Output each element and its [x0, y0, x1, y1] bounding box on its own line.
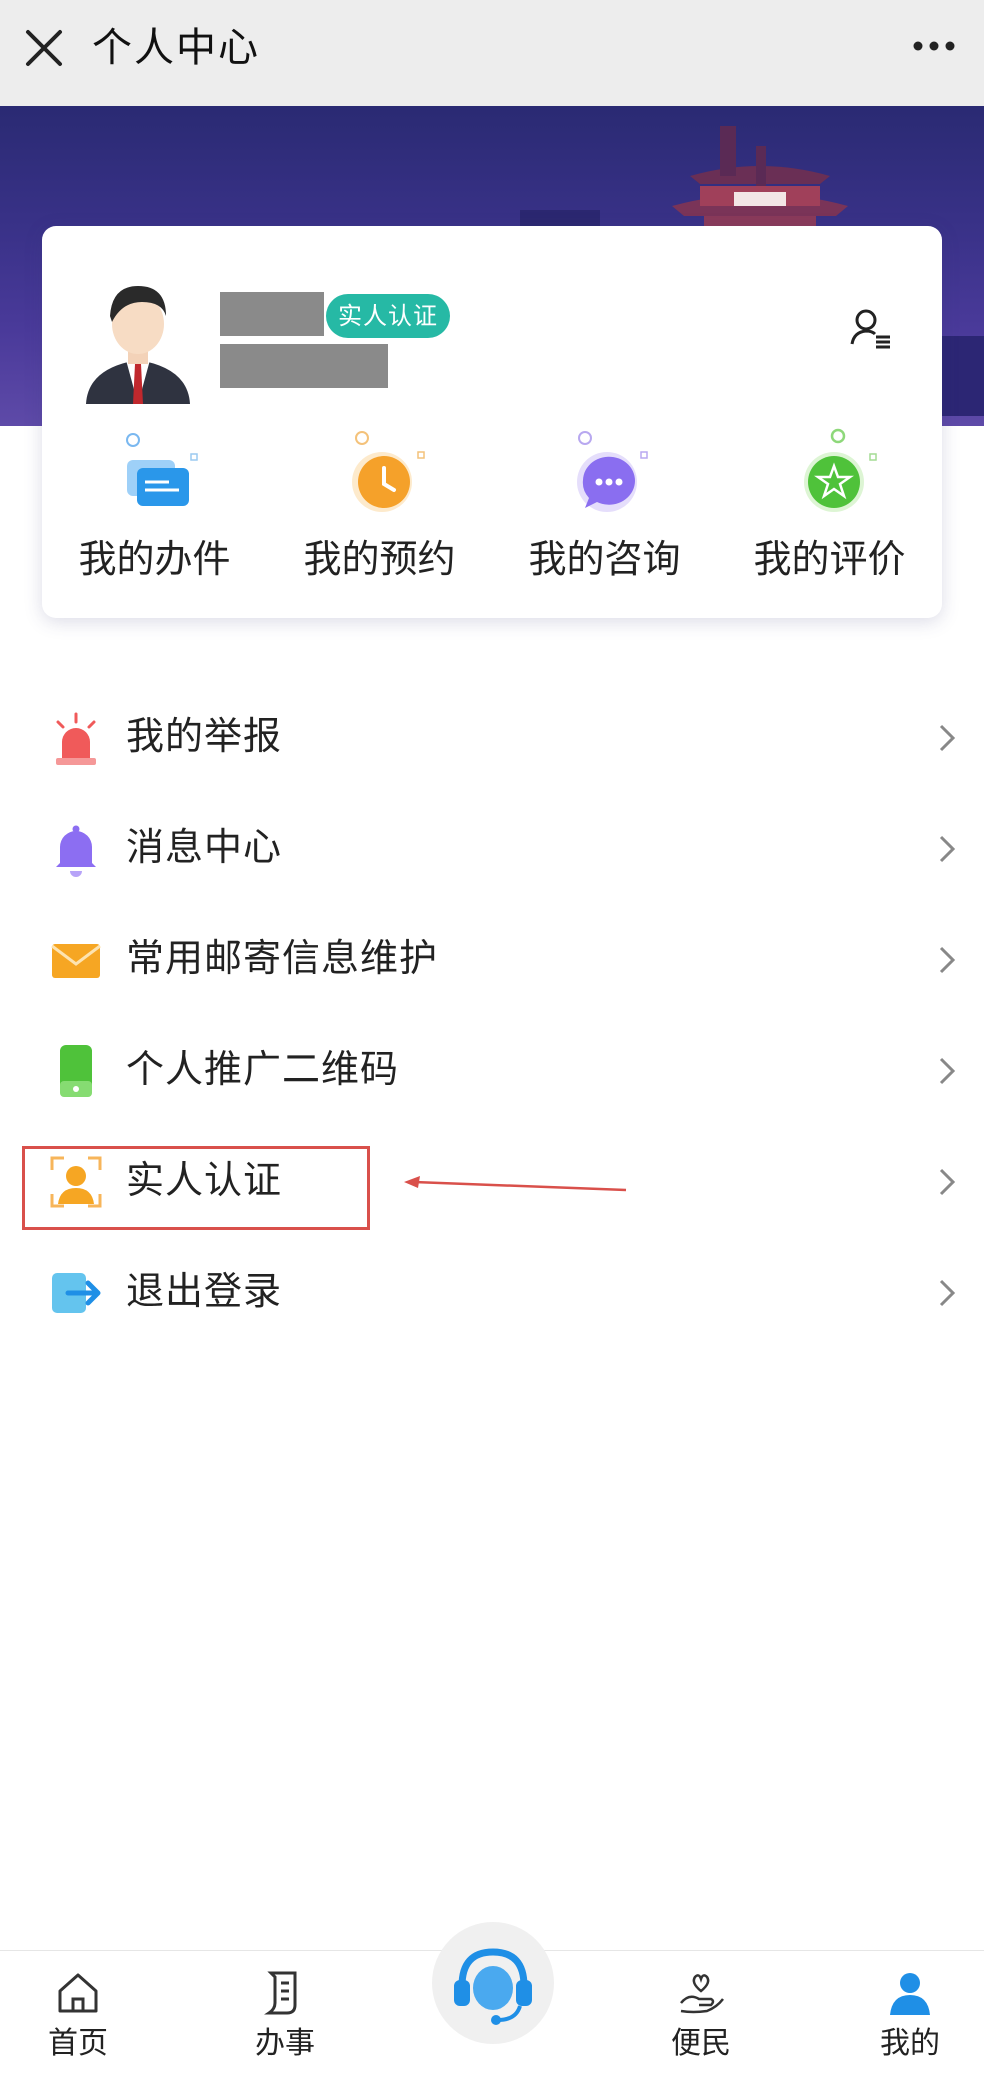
documents-icon — [125, 433, 198, 506]
chevron-right-icon — [939, 835, 956, 863]
logout-icon — [52, 1273, 101, 1313]
menu-item-mailing-info[interactable]: 常用邮寄信息维护 — [0, 904, 984, 1015]
quick-action-ratings[interactable]: 我的评价 — [717, 416, 942, 586]
nav-convenience[interactable]: 便民 — [631, 1951, 771, 2074]
menu-item-message-center[interactable]: 消息中心 — [0, 793, 984, 904]
top-bar: 个人中心 — [0, 0, 984, 106]
hand-heart-icon — [680, 1974, 724, 2014]
annotation-arrow-icon — [404, 1176, 627, 1192]
quick-action-label: 我的办件 — [78, 537, 231, 581]
alarm-icon — [56, 712, 96, 765]
annotation-highlight-box — [22, 1146, 370, 1230]
nav-label: 便民 — [671, 2026, 731, 2061]
phone-icon — [60, 1045, 92, 1097]
user-icon — [890, 1973, 930, 2015]
quick-action-my-cases[interactable]: 我的办件 — [42, 416, 267, 586]
quick-action-label: 我的咨询 — [528, 537, 681, 581]
menu-item-label: 消息中心 — [126, 825, 283, 869]
headset-icon — [454, 1948, 532, 2025]
chevron-right-icon — [939, 1279, 956, 1307]
bell-icon — [56, 825, 96, 877]
nav-label: 我的 — [880, 2026, 940, 2061]
profile-card: 实人认证 我的办件 我的预约 我的咨询 我的评价 — [42, 226, 942, 618]
nav-label: 首页 — [48, 2026, 108, 2061]
chevron-right-icon — [939, 1168, 956, 1196]
menu-item-label: 退出登录 — [126, 1269, 283, 1313]
profile-settings-icon[interactable] — [848, 306, 892, 350]
nav-home[interactable]: 首页 — [8, 1951, 148, 2074]
menu-item-label: 常用邮寄信息维护 — [126, 936, 439, 980]
quick-action-label: 我的评价 — [753, 537, 906, 581]
quick-action-inquiries[interactable]: 我的咨询 — [492, 416, 717, 586]
avatar[interactable] — [82, 272, 194, 404]
chevron-right-icon — [939, 724, 956, 752]
document-icon — [264, 1971, 297, 2015]
nav-label: 办事 — [255, 2026, 315, 2061]
chevron-right-icon — [939, 1057, 956, 1085]
id-redacted — [220, 344, 388, 388]
chevron-right-icon — [939, 946, 956, 974]
star-icon — [803, 428, 877, 512]
customer-service-button[interactable] — [432, 1922, 554, 2044]
verified-badge: 实人认证 — [326, 294, 450, 338]
clock-icon — [351, 431, 425, 512]
quick-action-appointments[interactable]: 我的预约 — [267, 416, 492, 586]
menu-item-label: 个人推广二维码 — [126, 1047, 400, 1091]
menu-item-my-reports[interactable]: 我的举报 — [0, 682, 984, 793]
menu-item-qr-code[interactable]: 个人推广二维码 — [0, 1015, 984, 1126]
envelope-icon — [51, 944, 101, 978]
nav-services[interactable]: 办事 — [215, 1951, 355, 2074]
chat-icon — [576, 431, 648, 512]
page-title: 个人中心 — [92, 25, 260, 71]
close-icon[interactable] — [22, 26, 66, 70]
name-redacted — [220, 292, 324, 336]
nav-mine[interactable]: 我的 — [840, 1951, 980, 2074]
menu-item-label: 我的举报 — [126, 714, 283, 758]
home-icon — [58, 1973, 98, 2013]
quick-action-label: 我的预约 — [303, 537, 456, 581]
quick-actions: 我的办件 我的预约 我的咨询 我的评价 — [42, 416, 942, 586]
menu-item-logout[interactable]: 退出登录 — [0, 1237, 984, 1348]
menu-list: 我的举报 消息中心 常用邮寄信息维护 个人推广二维码 实人认证 退出登录 — [0, 682, 984, 1348]
more-options-icon[interactable] — [910, 30, 958, 62]
